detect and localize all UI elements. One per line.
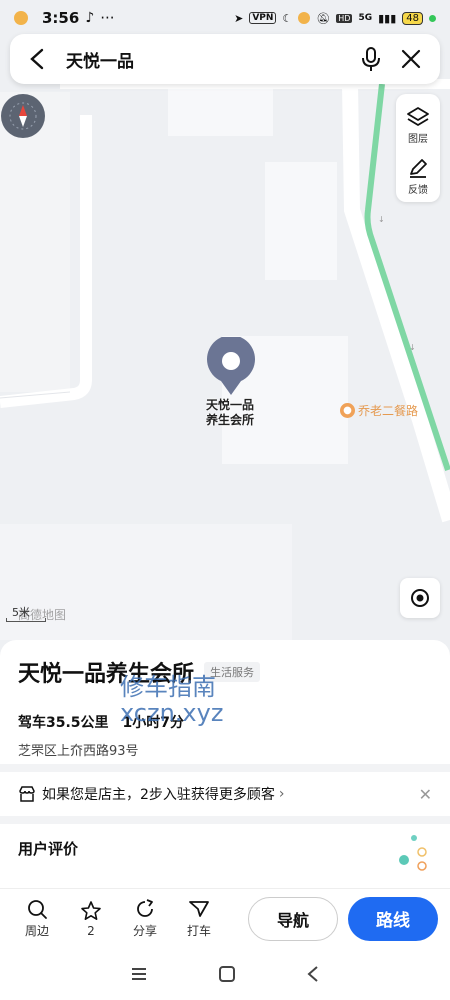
location-arrow-icon: ➤	[234, 11, 244, 25]
watermark-line1: 修车指南	[120, 673, 216, 701]
watermark-line2: xczn.xyz	[120, 699, 224, 727]
status-dot	[429, 14, 436, 22]
system-navigation-bar	[0, 948, 450, 1000]
vpn-badge: VPN	[249, 12, 277, 24]
clear-search-button[interactable]	[394, 42, 428, 76]
taxi-button[interactable]: 打车	[172, 898, 226, 939]
owner-promo-banner[interactable]: 如果您是店主，2步入驻获得更多顾客 › ✕	[0, 772, 450, 816]
back-arrow-icon	[30, 48, 44, 70]
navigate-button[interactable]: 导航	[248, 896, 338, 941]
home-icon[interactable]	[218, 965, 236, 983]
share-label: 分享	[132, 924, 157, 938]
mute-icon: 🔕︎	[316, 11, 331, 25]
battery-indicator: 48	[402, 11, 423, 25]
road-network: ↓ ↓	[0, 79, 450, 523]
map-view[interactable]: ↓ ↓ ● 乔老二餐路 天悦一品 养生会所 高德地图 5米	[0, 0, 450, 640]
status-time: 3:56	[42, 9, 80, 27]
taxi-label: 打车	[186, 924, 211, 938]
place-address: 芝罘区上夼西路93号	[18, 744, 139, 759]
network-type: 5G	[358, 13, 373, 23]
location-pin-icon[interactable]	[205, 335, 257, 397]
favorite-count: 2	[87, 923, 95, 938]
svg-text:↓: ↓	[409, 343, 416, 352]
shop-icon	[19, 786, 35, 802]
review-decoration-icon	[399, 835, 427, 871]
close-promo-button[interactable]: ✕	[419, 785, 432, 804]
watermark: 修车指南 xczn.xyz	[120, 674, 223, 726]
signal-icon: ▮▮▮	[378, 11, 397, 25]
poi-name: 乔老二餐路	[358, 404, 419, 418]
favorite-button[interactable]: 2	[64, 900, 118, 938]
search-bar[interactable]: 天悦一品	[10, 34, 440, 84]
microphone-icon	[362, 47, 380, 71]
nearby-button[interactable]: 周边	[10, 898, 64, 939]
svg-text:↓: ↓	[378, 215, 385, 224]
voice-search-button[interactable]	[354, 42, 388, 76]
poi-marker[interactable]: ● 乔老二餐路	[340, 402, 418, 419]
app-notification-icon	[298, 12, 311, 24]
layers-button[interactable]: 图层	[406, 100, 430, 151]
action-bar: 周边 2 分享 打车 导航 路线	[0, 888, 450, 948]
menu-icon[interactable]	[130, 966, 148, 982]
reviews-title: 用户评价	[18, 840, 79, 858]
layers-label: 图层	[408, 134, 428, 145]
route-button[interactable]: 路线	[348, 896, 438, 941]
share-icon	[137, 899, 153, 917]
nearby-label: 周边	[24, 924, 49, 938]
share-button[interactable]: 分享	[118, 898, 172, 939]
more-notifications-icon: ···	[100, 9, 115, 27]
star-icon	[81, 900, 101, 920]
back-button[interactable]	[22, 44, 52, 74]
search-query[interactable]: 天悦一品	[66, 47, 348, 72]
close-icon	[401, 49, 421, 69]
drive-info: 驾车35.5公里 1小时7分	[18, 712, 432, 732]
compass-button[interactable]	[1, 94, 45, 138]
moon-icon: ☾	[282, 11, 293, 25]
app-notification-icon	[14, 11, 28, 25]
pin-label: 天悦一品 养生会所	[190, 398, 270, 428]
pin-label-line2: 养生会所	[205, 413, 254, 427]
pin-label-line1: 天悦一品	[205, 398, 254, 412]
tiktok-icon: ♪	[85, 10, 95, 26]
hd-icon: HD	[336, 13, 353, 23]
status-bar: 3:56 ♪ ··· ➤ VPN ☾ 🔕︎ HD 5G ▮▮▮ 48	[0, 0, 450, 36]
reviews-section[interactable]: 用户评价	[0, 824, 450, 894]
back-icon[interactable]	[306, 965, 320, 983]
place-title-row: 天悦一品养生会所 生活服务	[18, 656, 432, 688]
scale-bar	[6, 618, 46, 622]
locate-me-button[interactable]	[400, 578, 440, 618]
map-tools-panel: 图层 反馈	[396, 94, 440, 202]
place-summary-card: 天悦一品养生会所 生活服务 驾车35.5公里 1小时7分 芝罘区上夼西路93号 …	[0, 640, 450, 764]
compass-icon	[9, 102, 37, 130]
food-icon: ●	[340, 403, 355, 418]
locate-icon	[411, 589, 429, 607]
feedback-button[interactable]: 反馈	[407, 151, 429, 202]
feedback-label: 反馈	[408, 185, 428, 196]
search-icon	[28, 900, 47, 919]
chevron-right-icon: ›	[278, 786, 285, 802]
layers-icon	[407, 107, 429, 126]
promo-text: 如果您是店主，2步入驻获得更多顾客	[42, 787, 275, 803]
taxi-icon	[189, 901, 209, 917]
place-detail-sheet[interactable]: 天悦一品养生会所 生活服务 驾车35.5公里 1小时7分 芝罘区上夼西路93号 …	[0, 640, 450, 896]
pencil-icon	[410, 159, 427, 178]
drive-distance: 驾车35.5公里	[18, 715, 109, 731]
